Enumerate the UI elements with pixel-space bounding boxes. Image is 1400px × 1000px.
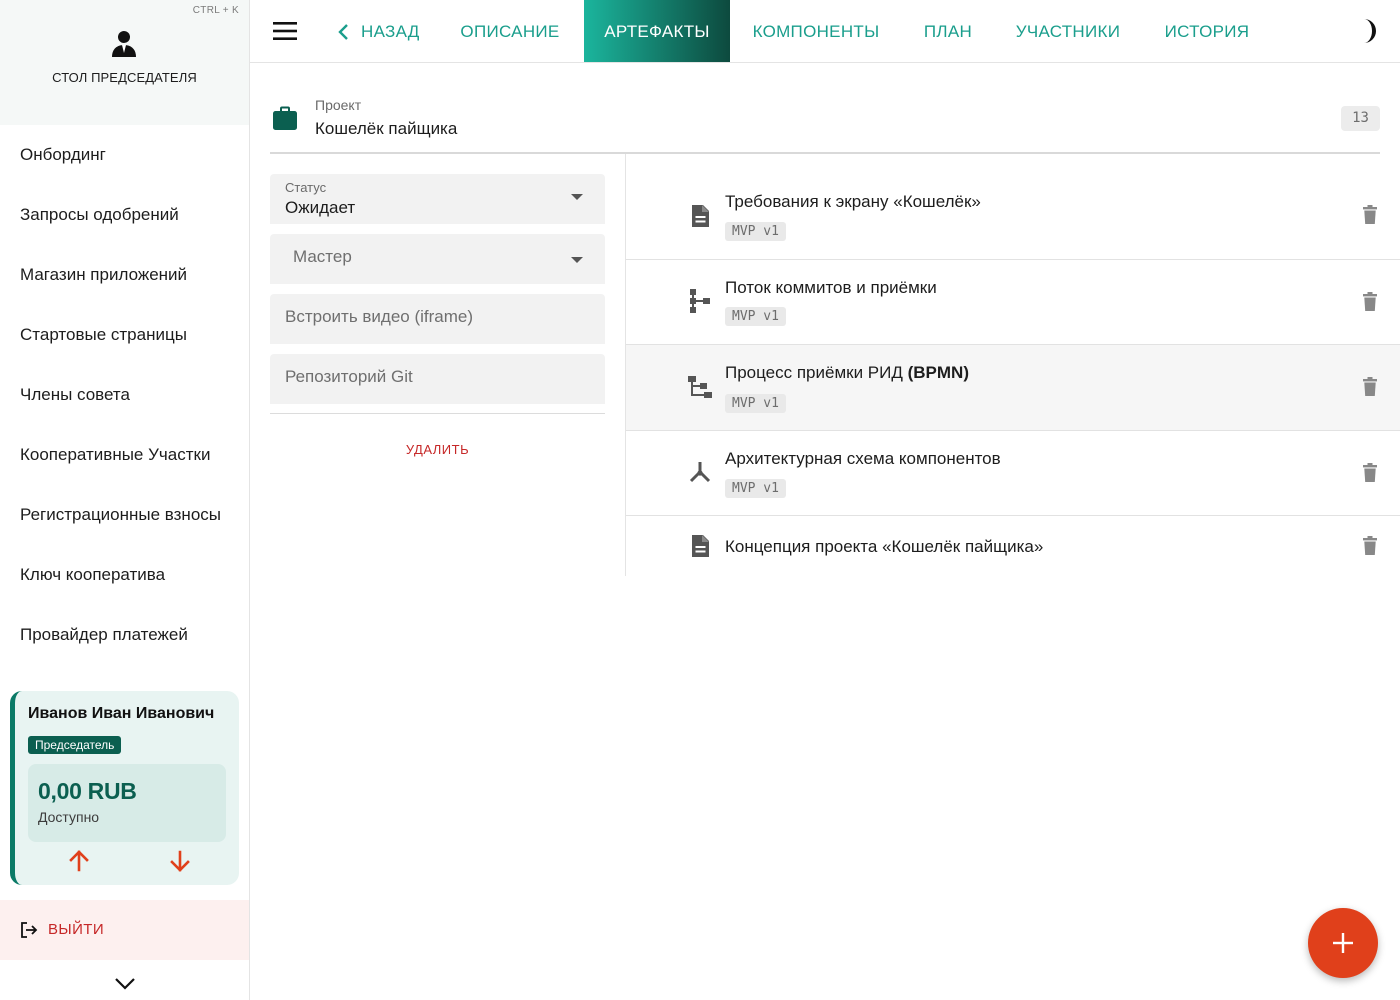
back-label: НАЗАД (361, 22, 420, 41)
status-select[interactable]: Статус Ожидает (270, 174, 605, 224)
artifact-item[interactable]: Процесс приёмки РИД (BPMN) MVP v1 (626, 345, 1400, 431)
artifact-version-tag: MVP v1 (725, 307, 786, 326)
artifact-item[interactable]: Требования к экрану «Кошелёк» MVP v1 (626, 174, 1400, 260)
project-name: Кошелёк пайщика (315, 119, 458, 138)
deposit-arrow-up-icon[interactable] (67, 849, 91, 873)
sidebar-header: CTRL + K СТОЛ ПРЕДСЕДАТЕЛЯ (0, 0, 249, 125)
project-divider (270, 152, 1380, 154)
logout-label: ВЫЙТИ (48, 921, 105, 938)
project-count-badge: 13 (1341, 106, 1380, 131)
sidebar-item-registration-fees[interactable]: Регистрационные взносы (0, 485, 249, 545)
git-repo-input[interactable]: Репозиторий Git (270, 354, 605, 404)
hub-icon (689, 462, 711, 483)
artifact-title: Требования к экрану «Кошелёк» (725, 192, 981, 211)
balance-box: 0,00 RUB Доступно (28, 764, 226, 842)
trash-icon[interactable] (1362, 292, 1378, 312)
tab-plan[interactable]: ПЛАН (910, 0, 986, 62)
tab-participants[interactable]: УЧАСТНИКИ (1002, 0, 1134, 62)
back-button[interactable]: НАЗАД (334, 0, 434, 62)
caret-down-icon (571, 257, 583, 263)
logout-icon (21, 922, 38, 938)
delete-project-button[interactable]: УДАЛИТЬ (270, 442, 605, 457)
sidebar-item-app-store[interactable]: Магазин приложений (0, 245, 249, 305)
sidebar: CTRL + K СТОЛ ПРЕДСЕДАТЕЛЯ Онбординг Зап… (0, 0, 250, 1000)
trash-icon[interactable] (1362, 205, 1378, 225)
master-placeholder: Мастер (293, 247, 352, 266)
trash-icon[interactable] (1362, 536, 1378, 556)
plus-icon (1333, 933, 1353, 953)
artifact-version-tag: MVP v1 (725, 394, 786, 413)
user-card: Иванов Иван Иванович Председатель 0,00 R… (10, 691, 239, 885)
form-divider (270, 413, 605, 414)
sidebar-item-approval-requests[interactable]: Запросы одобрений (0, 185, 249, 245)
document-icon (692, 205, 709, 227)
bpmn-tree-icon (688, 376, 712, 398)
chevron-down-icon[interactable] (113, 974, 137, 994)
artifact-item[interactable]: Архитектурная схема компонентов MVP v1 (626, 431, 1400, 516)
artifact-title: Процесс приёмки РИД (BPMN) (725, 363, 969, 383)
flow-icon (690, 289, 710, 313)
sidebar-item-onboarding[interactable]: Онбординг (0, 125, 249, 185)
status-value: Ожидает (285, 198, 356, 217)
tab-history[interactable]: ИСТОРИЯ (1150, 0, 1264, 62)
artifact-item[interactable]: Концепция проекта «Кошелёк пайщика» (626, 516, 1400, 576)
logout-button[interactable]: ВЫЙТИ (0, 900, 249, 960)
artifact-title: Архитектурная схема компонентов (725, 449, 1001, 468)
artifact-title: Поток коммитов и приёмки (725, 278, 937, 297)
sidebar-item-payment-provider[interactable]: Провайдер платежей (0, 605, 249, 665)
video-embed-input[interactable]: Встроить видео (iframe) (270, 294, 605, 344)
withdraw-arrow-down-icon[interactable] (168, 849, 192, 873)
tab-components[interactable]: КОМПОНЕНТЫ (738, 0, 894, 62)
top-navigation: НАЗАД ОПИСАНИЕ АРТЕФАКТЫ КОМПОНЕНТЫ ПЛАН… (250, 0, 1400, 63)
sidebar-title: СТОЛ ПРЕДСЕДАТЕЛЯ (52, 70, 197, 85)
artifact-title-text: Процесс приёмки РИД (725, 363, 908, 382)
status-label: Статус (285, 180, 327, 195)
caret-down-icon (571, 194, 583, 200)
video-embed-placeholder: Встроить видео (iframe) (285, 307, 474, 326)
briefcase-icon (273, 106, 297, 130)
project-caption: Проект (315, 97, 362, 113)
user-role-badge: Председатель (28, 736, 122, 754)
sidebar-item-council-members[interactable]: Члены совета (0, 365, 249, 425)
artifact-version-tag: MVP v1 (725, 479, 786, 498)
balance-caption: Доступно (38, 809, 100, 825)
tab-artifacts[interactable]: АРТЕФАКТЫ (584, 0, 730, 62)
sidebar-item-start-pages[interactable]: Стартовые страницы (0, 305, 249, 365)
chairman-user-icon (112, 31, 136, 57)
sidebar-item-coop-key[interactable]: Ключ кооператива (0, 545, 249, 605)
trash-icon[interactable] (1362, 377, 1378, 397)
artifact-version-tag: MVP v1 (725, 222, 786, 241)
document-icon (692, 535, 709, 557)
artifact-item[interactable]: Поток коммитов и приёмки MVP v1 (626, 260, 1400, 345)
tab-description[interactable]: ОПИСАНИЕ (446, 0, 574, 62)
git-repo-placeholder: Репозиторий Git (285, 367, 413, 386)
trash-icon[interactable] (1362, 463, 1378, 483)
sidebar-item-coop-branches[interactable]: Кооперативные Участки (0, 425, 249, 485)
chevron-left-icon (338, 24, 348, 40)
user-name: Иванов Иван Иванович (28, 705, 215, 722)
balance-amount: 0,00 RUB (38, 778, 137, 804)
dark-mode-moon-icon[interactable] (1352, 18, 1378, 44)
artifact-title: Концепция проекта «Кошелёк пайщика» (725, 537, 1044, 556)
search-shortcut-hint: CTRL + K (192, 5, 239, 16)
sidebar-menu: Онбординг Запросы одобрений Магазин прил… (0, 125, 249, 665)
artifact-title-bold: (BPMN) (907, 363, 969, 382)
menu-hamburger-icon[interactable] (272, 19, 298, 43)
master-select[interactable]: Мастер (270, 234, 605, 284)
add-artifact-button[interactable] (1308, 908, 1378, 978)
